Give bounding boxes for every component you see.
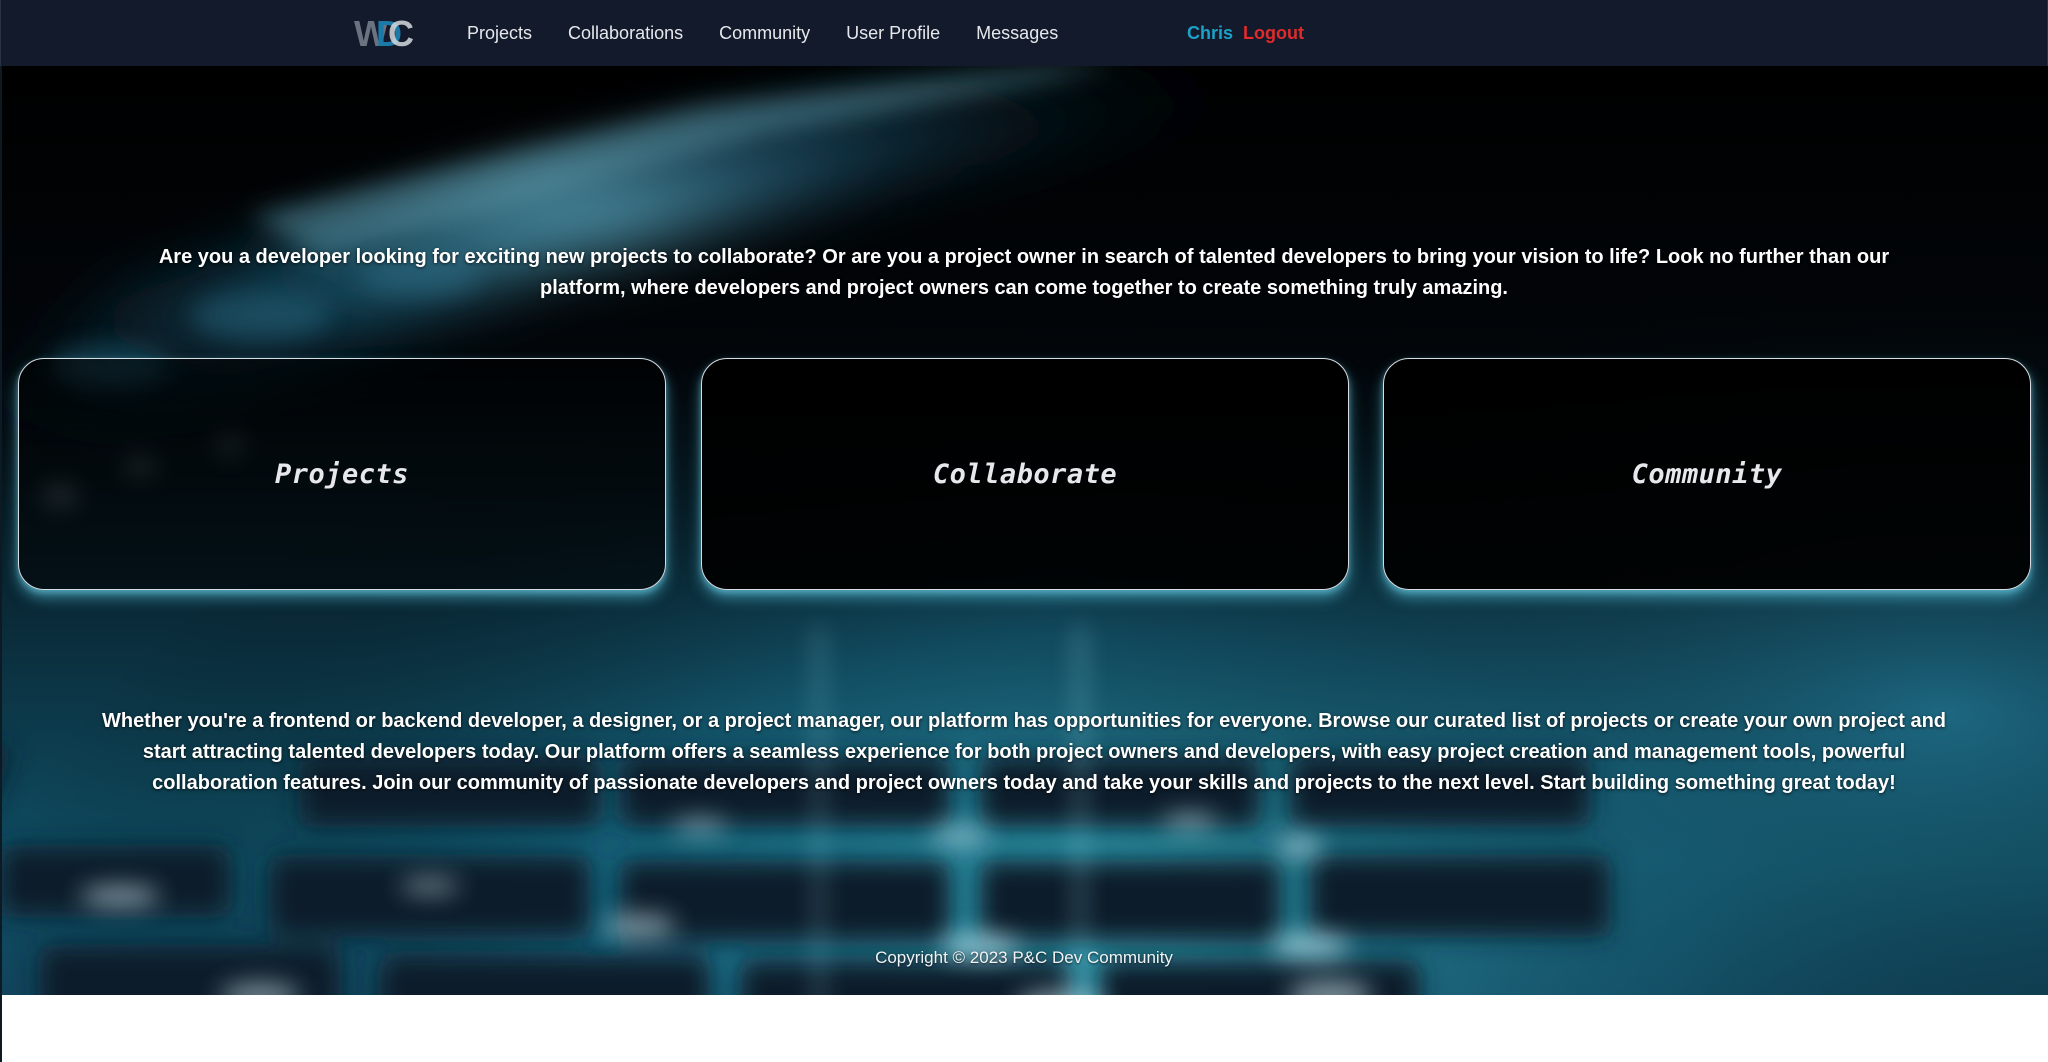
navbar: W D C Projects Collaborations Community …: [0, 0, 2048, 66]
card-community[interactable]: Community: [1383, 358, 2031, 590]
page: W D C Projects Collaborations Community …: [0, 0, 2048, 1062]
nav-link-community[interactable]: Community: [719, 23, 810, 44]
nav-link-user-profile[interactable]: User Profile: [846, 23, 940, 44]
nav-link-messages[interactable]: Messages: [976, 23, 1058, 44]
nav-link-projects[interactable]: Projects: [467, 23, 532, 44]
card-collaborate[interactable]: Collaborate: [701, 358, 1349, 590]
intro-text: Are you a developer looking for exciting…: [158, 246, 1890, 299]
svg-text:C: C: [388, 13, 414, 54]
site-logo[interactable]: W D C: [354, 12, 416, 54]
user-area: Chris Logout: [1187, 0, 1304, 66]
user-name[interactable]: Chris: [1187, 23, 1233, 44]
feature-cards: Projects Collaborate Community: [18, 358, 2031, 590]
logout-link[interactable]: Logout: [1243, 23, 1304, 44]
card-projects[interactable]: Projects: [18, 358, 666, 590]
card-collaborate-label: Collaborate: [932, 458, 1118, 490]
body-text: Whether you're a frontend or backend dev…: [101, 710, 1947, 794]
footer-copyright: Copyright © 2023 P&C Dev Community: [875, 948, 1173, 967]
nav-link-collaborations[interactable]: Collaborations: [568, 23, 683, 44]
card-community-label: Community: [1631, 458, 1783, 490]
nav-links: Projects Collaborations Community User P…: [449, 0, 1076, 66]
card-projects-label: Projects: [274, 458, 410, 490]
page-bottom-margin: [0, 995, 2048, 1062]
left-edge: [0, 66, 2, 1062]
